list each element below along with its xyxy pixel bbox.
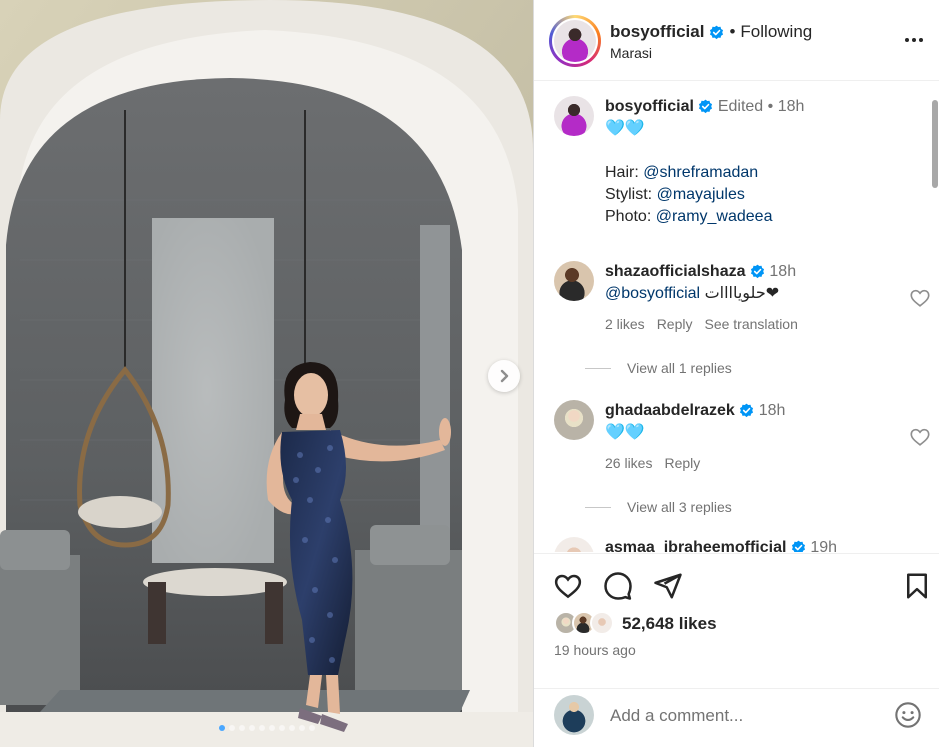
carousel-dot: [288, 725, 295, 731]
comment-mention[interactable]: @bosyofficial: [605, 285, 700, 302]
comment-likes[interactable]: 26 likes: [605, 452, 652, 474]
bookmark-icon[interactable]: [902, 571, 932, 601]
current-user-avatar[interactable]: [554, 695, 594, 735]
post-photo[interactable]: [0, 0, 533, 747]
view-replies-label: View all 3 replies: [627, 499, 732, 515]
comment-likes[interactable]: 2 likes: [605, 313, 645, 335]
carousel-dot: [298, 725, 305, 731]
emoji-icon[interactable]: [894, 701, 922, 729]
heart-icon[interactable]: [909, 287, 931, 309]
post-timestamp[interactable]: 19 hours ago: [554, 642, 636, 658]
stylist-mention[interactable]: @mayajules: [657, 186, 745, 203]
reply-button[interactable]: Reply: [657, 313, 693, 335]
verified-badge-icon: [710, 25, 724, 39]
verified-badge-icon: [740, 403, 754, 418]
hair-mention[interactable]: @shreframadan: [643, 164, 758, 181]
carousel-dot: [278, 725, 285, 731]
view-replies-label: View all 1 replies: [627, 360, 732, 376]
caption-time[interactable]: 18h: [778, 98, 805, 115]
commenter-username[interactable]: asmaa_ibraheemofficial: [605, 539, 786, 552]
verified-badge-icon: [699, 99, 713, 114]
caption-username[interactable]: bosyofficial: [605, 98, 694, 115]
header-separator: •: [729, 22, 736, 41]
carousel-dot: [308, 725, 315, 731]
photo-label: Photo:: [605, 208, 652, 225]
more-options-icon[interactable]: [902, 28, 926, 52]
commenter-avatar[interactable]: [554, 400, 594, 440]
carousel-dot: [238, 725, 245, 731]
comment-icon[interactable]: [603, 571, 633, 601]
heart-icon[interactable]: [909, 426, 931, 448]
carousel-dot: [268, 725, 275, 731]
share-icon[interactable]: [653, 571, 683, 601]
author-row: bosyofficial • Following: [610, 22, 812, 42]
see-translation-button[interactable]: See translation: [704, 313, 797, 335]
author-avatar[interactable]: [549, 15, 601, 67]
caption-separator: •: [767, 98, 774, 115]
carousel-next-button[interactable]: [488, 360, 520, 392]
comment-text: 🩵🩵: [605, 424, 645, 441]
comment-time[interactable]: 19h: [810, 539, 837, 552]
stylist-label: Stylist:: [605, 186, 653, 203]
comment-time[interactable]: 18h: [759, 402, 786, 419]
carousel-dot: [228, 725, 235, 731]
commenter-username[interactable]: shazaofficialshaza: [605, 263, 746, 280]
post-actions: 52,648 likes 19 hours ago: [534, 553, 939, 688]
post-header: bosyofficial • Following Marasi: [534, 0, 939, 81]
photo-mention[interactable]: @ramy_wadeea: [656, 208, 773, 225]
comment-text: حلوياااات❤: [704, 285, 780, 302]
hair-label: Hair:: [605, 164, 639, 181]
verified-badge-icon: [791, 540, 805, 552]
carousel-dot: [248, 725, 255, 731]
view-replies-button[interactable]: View all 1 replies: [585, 360, 732, 376]
post-details-panel: bosyofficial • Following Marasi bosyoffi…: [533, 0, 939, 747]
comments-scrollbar[interactable]: [931, 82, 939, 552]
author-username[interactable]: bosyofficial: [610, 22, 704, 42]
commenter-avatar[interactable]: [554, 537, 594, 552]
commenter-avatar[interactable]: [554, 261, 594, 301]
comment-time[interactable]: 18h: [769, 263, 796, 280]
likes-count[interactable]: 52,648 likes: [622, 614, 717, 634]
edited-label: Edited: [717, 98, 764, 115]
liker-avatar: [590, 611, 614, 635]
carousel-dot: [258, 725, 265, 731]
following-button[interactable]: Following: [740, 22, 812, 42]
verified-badge-icon: [750, 264, 765, 279]
carousel-dot: [218, 725, 225, 731]
caption-avatar[interactable]: [554, 96, 594, 136]
heart-icon[interactable]: [553, 571, 583, 601]
view-replies-button[interactable]: View all 3 replies: [585, 499, 732, 515]
post-location[interactable]: Marasi: [610, 45, 652, 61]
comment-composer: [534, 688, 939, 747]
liker-avatars[interactable]: [554, 611, 618, 637]
chevron-right-icon: [500, 369, 509, 383]
comments-list[interactable]: bosyofficial Edited • 18h 🩵🩵 Hair: @shre…: [534, 82, 939, 552]
post-image: [0, 0, 533, 747]
comment-input[interactable]: [610, 703, 880, 729]
caption-emoji: 🩵🩵: [605, 120, 645, 137]
carousel-indicator: [0, 725, 533, 731]
reply-button[interactable]: Reply: [664, 452, 700, 474]
commenter-username[interactable]: ghadaabdelrazek: [605, 402, 735, 419]
